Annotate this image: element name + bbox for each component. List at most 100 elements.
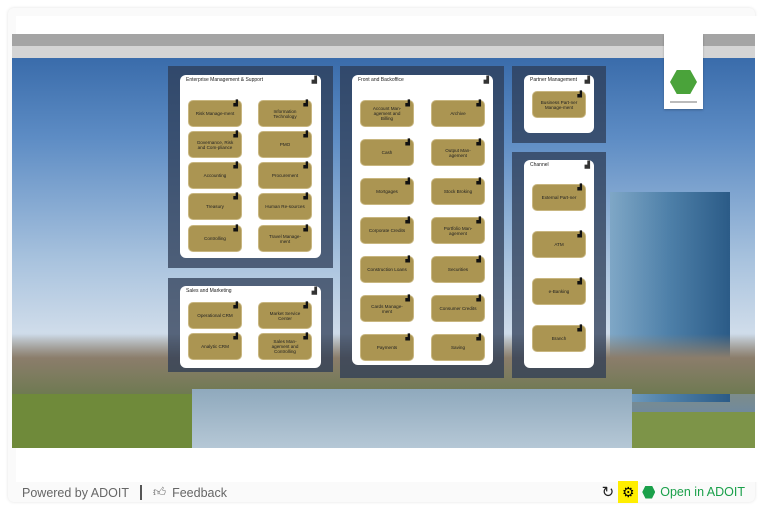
capability-box[interactable]: Stock Broking ▟ [431, 178, 485, 205]
thumbs-up-icon[interactable]: 👍︎ [153, 485, 166, 500]
group-title: Partner Management [530, 77, 577, 83]
capability-box[interactable]: Consumer Credits ▟ [431, 295, 485, 322]
group-panel-channel: Channel ▟ External Part-ner ▟ ATM ▟ e-Banking ▟… [512, 152, 606, 378]
group-container[interactable]: Sales and Marketing ▟ Operational CRM ▟ Mark… [180, 286, 321, 368]
diagram-canvas[interactable]: Enterprise Management & Support ▟ Risk Man… [12, 34, 755, 448]
group-container[interactable]: Enterprise Management & Support ▟ Risk Man… [180, 75, 321, 258]
open-in-adoit-link[interactable]: Open in ADOIT [642, 485, 745, 499]
background-river [192, 389, 632, 448]
capability-box[interactable]: Business Part-ner Manage-ment ▟ [532, 91, 586, 118]
capability-box[interactable]: Corporate Credits ▟ [360, 217, 414, 244]
capability-box[interactable]: Output Man-agement ▟ [431, 139, 485, 166]
level-bars-icon: ▟ [233, 132, 238, 138]
capability-box[interactable]: Procurement ▟ [258, 162, 312, 189]
capability-label: Stock Broking [443, 189, 473, 194]
group-panel-partner: Partner Management ▟ Business Part-ner Man… [512, 66, 606, 143]
level-bars-icon: ▟ [405, 296, 410, 302]
capability-label: Governance, Risk and Com-pliance [196, 139, 234, 150]
capability-box[interactable]: Sales Man-agement and Controlling ▟ [258, 333, 312, 360]
capability-box[interactable]: Construction Loans ▟ [360, 256, 414, 283]
level-bars-icon: ▟ [405, 257, 410, 263]
level-bars-icon: ▟ [303, 194, 308, 200]
level-bars-icon: ▟ [476, 335, 481, 341]
adoit-hexagon-icon [642, 485, 656, 499]
capability-box[interactable]: Cash ▟ [360, 139, 414, 166]
level-bars-icon: ▟ [311, 77, 317, 84]
group-container[interactable]: Channel ▟ External Part-ner ▟ ATM ▟ e-Banking ▟… [524, 160, 594, 368]
header-bar [12, 34, 755, 46]
group-title: Enterprise Management & Support [186, 77, 263, 83]
capability-label: External Part-ner [541, 195, 577, 200]
capability-box[interactable]: Operational CRM ▟ [188, 302, 242, 329]
gear-icon[interactable]: ⚙ [618, 481, 639, 503]
capability-label: Corporate Credits [368, 228, 406, 233]
level-bars-icon: ▟ [303, 101, 308, 107]
capability-label: e-Banking [548, 289, 570, 294]
capability-box[interactable]: Mortgages ▟ [360, 178, 414, 205]
capability-box[interactable]: Treasury ▟ [188, 193, 242, 220]
capability-box[interactable]: Information Technology ▟ [258, 100, 312, 127]
capability-label: Operational CRM [197, 313, 233, 318]
capability-label: Account Man-agement and Billing [372, 106, 402, 121]
level-bars-icon: ▟ [476, 179, 481, 185]
group-title: Front and Backoffice [358, 77, 404, 83]
level-bars-icon: ▟ [476, 101, 481, 107]
capability-box[interactable]: Risk Manage-ment ▟ [188, 100, 242, 127]
level-bars-icon: ▟ [233, 194, 238, 200]
background-park [12, 394, 192, 448]
capability-box[interactable]: ATM ▟ [532, 231, 586, 258]
refresh-icon[interactable]: ↻ [602, 483, 615, 501]
capability-box[interactable]: Securities ▟ [431, 256, 485, 283]
capability-box[interactable]: External Part-ner ▟ [532, 184, 586, 211]
capability-box[interactable]: Human Re-sources ▟ [258, 193, 312, 220]
capability-box[interactable]: Analytic CRM ▟ [188, 333, 242, 360]
footer-right: ↻ ⚙ Open in ADOIT [602, 481, 745, 503]
footer-left: Powered by ADOIT 👍︎ Feedback [22, 485, 227, 500]
group-title: Sales and Marketing [186, 288, 232, 294]
capability-label: Information Technology [273, 108, 297, 119]
level-bars-icon: ▟ [303, 334, 308, 340]
capability-label: ATM [554, 242, 564, 247]
feedback-link[interactable]: Feedback [172, 486, 227, 500]
capability-label: Consumer Credits [439, 306, 477, 311]
capability-box[interactable]: Market Service Center ▟ [258, 302, 312, 329]
capability-box[interactable]: Cards Manage-ment ▟ [360, 295, 414, 322]
open-in-adoit-label: Open in ADOIT [660, 485, 745, 499]
group-container[interactable]: Front and Backoffice ▟ Account Man-agement… [352, 75, 493, 365]
capability-label: Construction Loans [367, 267, 407, 272]
group-panel-front: Front and Backoffice ▟ Account Man-agement… [340, 66, 504, 378]
group-container[interactable]: Partner Management ▟ Business Part-ner Man… [524, 75, 594, 133]
capability-box[interactable]: Travel Manage-ment ▟ [258, 225, 312, 252]
capability-label: Payments [376, 345, 398, 350]
capability-box[interactable]: Portfolio Man-agement ▟ [431, 217, 485, 244]
capability-box[interactable]: Accounting ▟ [188, 162, 242, 189]
capability-label: Cards Manage-ment [371, 303, 403, 314]
capability-label: Business Part-ner Manage-ment [540, 99, 578, 110]
capability-box[interactable]: e-Banking ▟ [532, 278, 586, 305]
capability-label: Risk Manage-ment [195, 111, 235, 116]
background-park [632, 412, 755, 448]
capability-box[interactable]: Account Man-agement and Billing ▟ [360, 100, 414, 127]
level-bars-icon: ▟ [233, 334, 238, 340]
capability-label: Mortgages [376, 189, 398, 194]
capability-box[interactable]: Governance, Risk and Com-pliance ▟ [188, 131, 242, 158]
level-bars-icon: ▟ [233, 101, 238, 107]
group-panel-ems: Enterprise Management & Support ▟ Risk Man… [168, 66, 333, 268]
capability-box[interactable]: PMO ▟ [258, 131, 312, 158]
capability-label: Sales Man-agement and Controlling [271, 339, 299, 354]
capability-box[interactable]: Archive ▟ [431, 100, 485, 127]
level-bars-icon: ▟ [311, 288, 317, 295]
group-title: Channel [530, 162, 549, 168]
level-bars-icon: ▟ [584, 77, 590, 84]
capability-label: Accounting [203, 173, 227, 178]
capability-box[interactable]: Payments ▟ [360, 334, 414, 361]
level-bars-icon: ▟ [476, 257, 481, 263]
level-bars-icon: ▟ [303, 163, 308, 169]
capability-box[interactable]: Controlling ▟ [188, 225, 242, 252]
capability-box[interactable]: Saving ▟ [431, 334, 485, 361]
powered-by-label: Powered by ADOIT [22, 485, 129, 500]
level-bars-icon: ▟ [577, 232, 582, 238]
capability-box[interactable]: Branch ▟ [532, 325, 586, 352]
capability-label: Output Man-agement [445, 147, 471, 158]
capability-label: Controlling [204, 236, 226, 241]
